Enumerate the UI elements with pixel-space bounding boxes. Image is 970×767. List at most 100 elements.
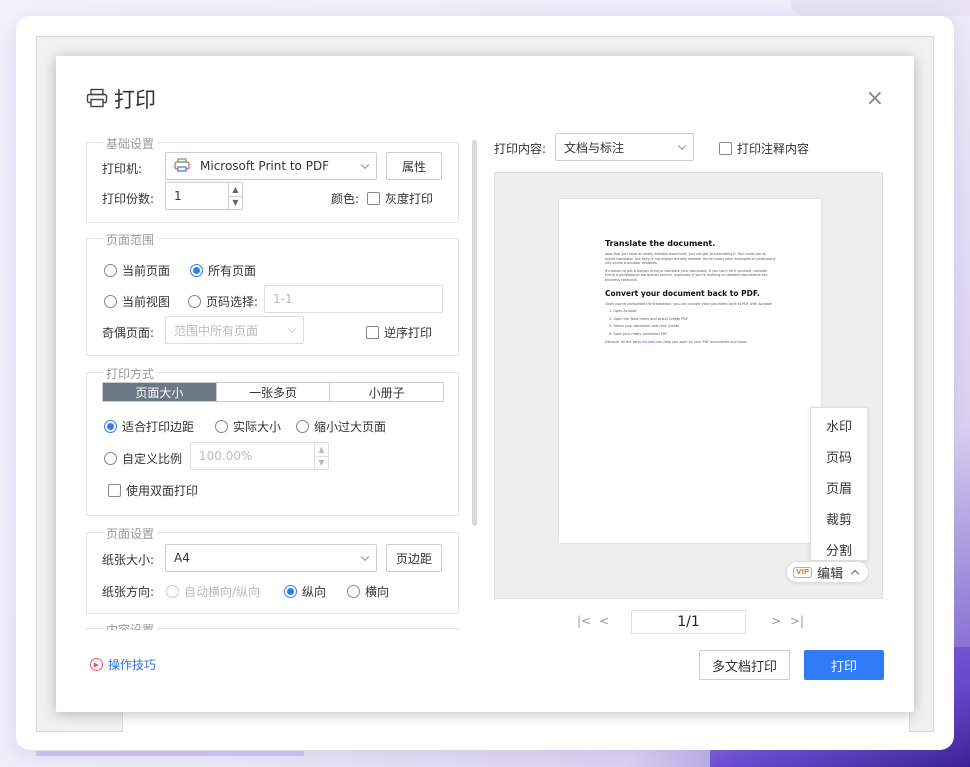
group-content-setup: 内容设置: [86, 621, 459, 630]
prev-page-icon[interactable]: <: [599, 614, 609, 628]
radio-fit-margins[interactable]: 适合打印边距: [104, 418, 194, 435]
chevron-down-icon: [360, 160, 370, 170]
close-icon[interactable]: ×: [866, 88, 884, 110]
menu-item-header[interactable]: 页眉: [811, 473, 867, 501]
radio-current-view[interactable]: 当前视图: [104, 293, 170, 310]
reverse-label: 逆序打印: [384, 326, 433, 340]
print-button[interactable]: 打印: [804, 650, 884, 680]
printer-icon: [86, 88, 108, 111]
mode-tabs[interactable]: 页面大小 一张多页 小册子: [102, 382, 444, 402]
annotations-label: 打印注释内容: [737, 142, 810, 156]
radio-dot[interactable]: [284, 585, 297, 598]
copies-stepper[interactable]: 1 ▲ ▼: [165, 182, 243, 210]
custom-scale-label: 自定义比例: [122, 452, 183, 466]
checkbox-box[interactable]: [719, 142, 732, 155]
current-view-label: 当前视图: [122, 295, 171, 309]
preview-page-content: Translate the document. Now that you hav…: [605, 239, 777, 347]
copies-label: 打印份数:: [102, 192, 155, 206]
radio-all-pages[interactable]: 所有页面: [190, 262, 256, 279]
paper-size-label: 纸张大小:: [102, 553, 155, 567]
radio-actual-size[interactable]: 实际大小: [215, 418, 281, 435]
properties-button[interactable]: 属性: [386, 152, 442, 180]
radio-shrink-large[interactable]: 缩小过大页面: [296, 418, 386, 435]
doc-step: 3. Select your document and click Create: [609, 324, 680, 329]
menu-item-split[interactable]: 分割: [811, 535, 867, 563]
last-page-icon[interactable]: >|: [790, 614, 804, 628]
first-page-icon[interactable]: |<: [577, 614, 591, 628]
tips-label: 操作技巧: [108, 658, 157, 672]
multi-doc-print-button[interactable]: 多文档打印: [699, 650, 790, 680]
orientation-label: 纸张方向:: [102, 585, 155, 599]
margins-button[interactable]: 页边距: [386, 544, 442, 572]
paper-size-value: A4: [174, 551, 190, 565]
auto-orientation-label: 自动横向/纵向: [184, 585, 261, 599]
radio-current-page[interactable]: 当前页面: [104, 262, 170, 279]
content-label: 打印内容:: [494, 142, 547, 156]
radio-dot[interactable]: [166, 585, 179, 598]
radio-portrait[interactable]: 纵向: [284, 583, 326, 600]
page-navigator: |< < 1/1 > >|: [494, 610, 883, 634]
radio-page-select[interactable]: 页码选择:: [188, 293, 258, 310]
custom-scale-stepper[interactable]: 100.00% ▲ ▼: [190, 442, 329, 470]
doc-footer-link: Acrobat: [642, 339, 656, 344]
radio-landscape[interactable]: 横向: [347, 583, 389, 600]
group-page-setup-title: 页面设置: [103, 525, 158, 542]
grayscale-label: 灰度打印: [385, 192, 434, 206]
radio-dot[interactable]: [188, 295, 201, 308]
odd-even-label: 奇偶页面:: [102, 326, 155, 340]
page-select-label: 页码选择:: [206, 295, 259, 309]
preview-page: Translate the document. Now that you hav…: [559, 199, 821, 543]
print-preview: Translate the document. Now that you hav…: [494, 172, 883, 599]
tab-multi-page[interactable]: 一张多页: [217, 383, 331, 401]
increment-icon[interactable]: ▲: [315, 443, 328, 457]
decor-bottom-line: [36, 751, 304, 756]
checkbox-box[interactable]: [366, 326, 379, 339]
odd-even-select[interactable]: 范围中所有页面: [165, 316, 304, 344]
checkbox-box[interactable]: [367, 192, 380, 205]
doc-step: 2. Open the Tools menu and select Create…: [609, 316, 688, 321]
chevron-down-icon: [287, 324, 297, 334]
radio-dot[interactable]: [104, 452, 117, 465]
settings-panel: 基础设置 打印机: Microsoft Print to PDF 属性 打印份数…: [86, 134, 486, 630]
tab-booklet[interactable]: 小册子: [330, 383, 443, 401]
radio-dot[interactable]: [104, 264, 117, 277]
page-indicator[interactable]: 1/1: [631, 610, 746, 634]
menu-item-watermark[interactable]: 水印: [811, 411, 867, 439]
decor-top-blob: [790, 0, 970, 16]
content-select[interactable]: 文档与标注: [555, 133, 694, 161]
printer-select[interactable]: Microsoft Print to PDF: [165, 152, 377, 180]
menu-item-crop[interactable]: 裁剪: [811, 504, 867, 532]
decrement-icon[interactable]: ▼: [315, 457, 328, 470]
copies-spinner[interactable]: ▲ ▼: [228, 183, 242, 209]
paper-size-select[interactable]: A4: [165, 544, 377, 572]
chevron-down-icon: [360, 552, 370, 562]
radio-auto-orientation[interactable]: 自动横向/纵向: [166, 583, 260, 600]
group-content-setup-title: 内容设置: [103, 621, 158, 630]
radio-dot[interactable]: [190, 264, 203, 277]
radio-custom-scale[interactable]: 自定义比例: [104, 450, 182, 467]
settings-scrollbar[interactable]: [472, 140, 477, 526]
radio-dot[interactable]: [104, 295, 117, 308]
grayscale-checkbox[interactable]: 灰度打印: [367, 190, 433, 207]
radio-dot[interactable]: [347, 585, 360, 598]
tab-page-size[interactable]: 页面大小: [103, 383, 217, 401]
printer-device-icon: [174, 157, 190, 175]
next-page-icon[interactable]: >: [771, 614, 781, 628]
scale-spinner[interactable]: ▲ ▼: [314, 443, 328, 469]
doc-para-1: Now that you have an easily editable doc…: [605, 252, 776, 266]
radio-dot[interactable]: [104, 420, 117, 433]
decrement-icon[interactable]: ▼: [229, 197, 242, 210]
reverse-checkbox[interactable]: 逆序打印: [366, 324, 432, 341]
checkbox-box[interactable]: [108, 484, 121, 497]
duplex-checkbox[interactable]: 使用双面打印: [108, 482, 198, 499]
tips-link[interactable]: ▶ 操作技巧: [90, 656, 156, 673]
annotations-checkbox[interactable]: 打印注释内容: [719, 140, 809, 157]
chevron-up-icon: [850, 569, 860, 578]
radio-dot[interactable]: [296, 420, 309, 433]
radio-dot[interactable]: [215, 420, 228, 433]
dialog-title-text: 打印: [114, 88, 156, 112]
edit-toggle-button[interactable]: VIP 编辑: [786, 561, 869, 583]
menu-item-page-number[interactable]: 页码: [811, 442, 867, 470]
page-range-input[interactable]: 1-1: [264, 285, 443, 313]
increment-icon[interactable]: ▲: [229, 183, 242, 197]
